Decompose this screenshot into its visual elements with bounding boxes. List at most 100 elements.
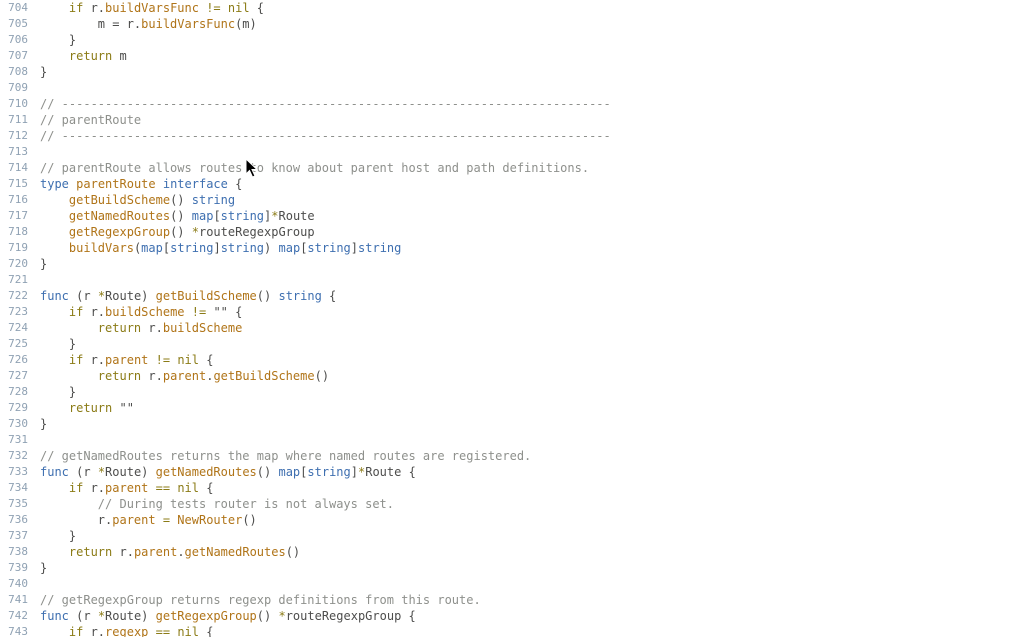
- code-line[interactable]: 724 return r.buildScheme: [0, 320, 1017, 336]
- code-token: *: [191, 225, 199, 239]
- code-token: Route): [105, 609, 156, 623]
- code-line[interactable]: 718 getRegexpGroup() *routeRegexpGroup: [0, 224, 1017, 240]
- code-line[interactable]: 726 if r.parent != nil {: [0, 352, 1017, 368]
- code-token: (): [170, 225, 192, 239]
- code-token: {: [227, 305, 243, 319]
- code-token: r.: [112, 545, 134, 559]
- code-token: parent: [112, 513, 156, 527]
- code-line[interactable]: 710 // ----------------------------------…: [0, 96, 1017, 112]
- code-line[interactable]: 723 if r.buildScheme != "" {: [0, 304, 1017, 320]
- code-line[interactable]: 732 // getNamedRoutes returns the map whe…: [0, 448, 1017, 464]
- code-line[interactable]: 735 // During tests router is not always…: [0, 496, 1017, 512]
- code-line[interactable]: 740: [0, 576, 1017, 592]
- code-token: {: [227, 177, 243, 191]
- code-token: *: [278, 609, 286, 623]
- code-line[interactable]: 730}: [0, 416, 1017, 432]
- code-token: (r: [68, 465, 98, 479]
- line-number: 728: [8, 385, 28, 398]
- line-code: type parentRoute interface {: [40, 176, 242, 192]
- code-token: string: [220, 209, 265, 223]
- code-token: }: [40, 529, 77, 543]
- code-line[interactable]: 704 if r.buildVarsFunc != nil {: [0, 0, 1017, 16]
- code-line[interactable]: 736 r.parent = NewRouter(): [0, 512, 1017, 528]
- code-line[interactable]: 742 func (r *Route) getRegexpGroup() *rou…: [0, 608, 1017, 624]
- line-number: 734: [8, 481, 28, 494]
- code-line[interactable]: 707 return m: [0, 48, 1017, 64]
- line-number: 735: [8, 497, 28, 510]
- line-code: // -------------------------------------…: [40, 96, 611, 112]
- code-line[interactable]: 709: [0, 80, 1017, 96]
- code-token: routeRegexpGroup: [198, 225, 315, 239]
- code-line[interactable]: 721: [0, 272, 1017, 288]
- line-code: return r.parent.getNamedRoutes(): [40, 544, 300, 560]
- code-token: r.: [141, 369, 163, 383]
- code-token: map: [278, 465, 301, 479]
- code-line[interactable]: 713: [0, 144, 1017, 160]
- code-line[interactable]: 712 // ----------------------------------…: [0, 128, 1017, 144]
- code-line[interactable]: 743 if r.regexp == nil {: [0, 624, 1017, 637]
- code-line[interactable]: 716 getBuildScheme() string: [0, 192, 1017, 208]
- code-line[interactable]: 728 }: [0, 384, 1017, 400]
- code-line[interactable]: 733 func (r *Route) getNamedRoutes() map[…: [0, 464, 1017, 480]
- line-number: 717: [8, 209, 28, 222]
- code-token: parent: [105, 481, 149, 495]
- code-line[interactable]: 720}: [0, 256, 1017, 272]
- line-number: 726: [8, 353, 28, 366]
- code-token: *: [97, 289, 106, 303]
- code-line[interactable]: 725 }: [0, 336, 1017, 352]
- line-code: func (r *Route) getNamedRoutes() map[str…: [40, 464, 416, 480]
- code-line[interactable]: 705 m = r.buildVarsFunc(m): [0, 16, 1017, 32]
- code-line[interactable]: 727 return r.parent.getBuildScheme(): [0, 368, 1017, 384]
- line-number: 731: [8, 433, 28, 446]
- line-number: 725: [8, 337, 28, 350]
- code-token: Route): [105, 465, 156, 479]
- code-line[interactable]: 731: [0, 432, 1017, 448]
- code-token: map: [141, 241, 163, 255]
- code-line[interactable]: 737 }: [0, 528, 1017, 544]
- code-token: Route: [278, 209, 315, 223]
- code-line[interactable]: 714 // parentRoute allows routes to know …: [0, 160, 1017, 176]
- line-code: m = r.buildVarsFunc(m): [40, 16, 257, 32]
- code-line[interactable]: 734 if r.parent == nil {: [0, 480, 1017, 496]
- code-token: func: [40, 465, 69, 479]
- code-token: {: [249, 1, 265, 15]
- code-line[interactable]: 722 func (r *Route) getBuildScheme() stri…: [0, 288, 1017, 304]
- code-line[interactable]: 706 }: [0, 32, 1017, 48]
- code-token: *: [97, 465, 106, 479]
- code-token: r.: [83, 1, 106, 15]
- code-token: // getNamedRoutes returns the map where …: [40, 449, 532, 463]
- code-token: func: [40, 289, 69, 303]
- code-editor[interactable]: 704 if r.buildVarsFunc != nil {705 m = r…: [0, 0, 1017, 637]
- line-code: if r.parent != nil {: [40, 352, 214, 368]
- code-line[interactable]: 739}: [0, 560, 1017, 576]
- code-line[interactable]: 738 return r.parent.getNamedRoutes(): [0, 544, 1017, 560]
- code-token: return: [97, 321, 142, 335]
- line-number: 719: [8, 241, 28, 254]
- line-code: func (r *Route) getRegexpGroup() *routeR…: [40, 608, 416, 624]
- code-line[interactable]: 715 type parentRoute interface {: [0, 176, 1017, 192]
- code-line[interactable]: 719 buildVars(map[string]string) map[str…: [0, 240, 1017, 256]
- line-number: 722: [8, 289, 28, 302]
- line-code: }: [40, 416, 47, 432]
- code-token: // -------------------------------------…: [40, 97, 611, 111]
- code-token: string: [307, 241, 351, 255]
- code-token: ]: [350, 241, 359, 255]
- code-line[interactable]: 729 return "": [0, 400, 1017, 416]
- code-token: ==: [148, 625, 178, 637]
- code-token: !=: [148, 353, 178, 367]
- code-line[interactable]: 741 // getRegexpGroup returns regexp defi…: [0, 592, 1017, 608]
- line-number: 704: [8, 1, 28, 14]
- code-token: type: [40, 177, 69, 191]
- code-line[interactable]: 708}: [0, 64, 1017, 80]
- code-token: ]: [213, 241, 221, 255]
- code-token: buildScheme: [105, 305, 185, 319]
- code-line[interactable]: 711 // parentRoute: [0, 112, 1017, 128]
- line-code: if r.buildVarsFunc != nil {: [40, 0, 264, 16]
- code-line[interactable]: 717 getNamedRoutes() map[string]*Route: [0, 208, 1017, 224]
- line-number: 709: [8, 81, 28, 94]
- line-code: if r.regexp == nil {: [40, 624, 214, 637]
- code-token: (): [314, 369, 330, 383]
- code-token: r.: [40, 513, 113, 527]
